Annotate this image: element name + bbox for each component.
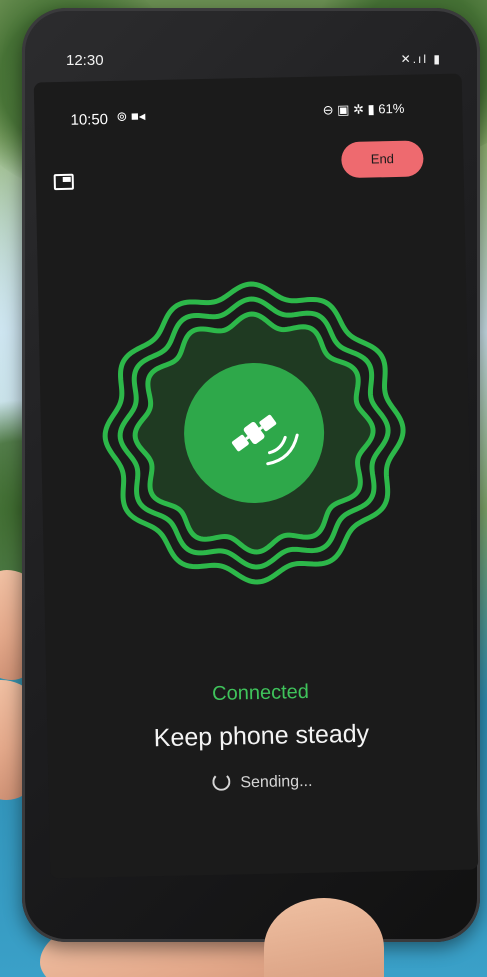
sending-status: Sending... xyxy=(48,767,476,796)
inner-status-left-icons: ⊚ ■◂ xyxy=(116,108,146,124)
outer-status-icons: ✕.ıl ▮ xyxy=(400,52,442,66)
inner-status-right: ⊖ ▣ ✲ ▮ 61% xyxy=(322,101,404,119)
inner-status-right-icons: ⊖ ▣ ✲ ▮ xyxy=(322,101,375,118)
satellite-connection-screen: 10:50 ⊚ ■◂ ⊖ ▣ ✲ ▮ 61% End Connected Kee… xyxy=(33,73,479,879)
connection-status: Connected xyxy=(211,680,310,705)
inner-status-time: 10:50 xyxy=(70,111,109,129)
battery-percentage: 61% xyxy=(378,100,405,117)
inner-status-bar: 10:50 ⊚ ■◂ ⊖ ▣ ✲ ▮ 61% xyxy=(34,74,463,143)
loading-spinner-icon xyxy=(212,772,231,791)
instruction-text: Keep phone steady xyxy=(153,719,370,753)
end-button[interactable]: End xyxy=(341,140,424,179)
sending-label: Sending... xyxy=(240,772,313,792)
photo-scene: 12:30 ✕.ıl ▮ 10:50 ⊚ ■◂ ⊖ ▣ ✲ ▮ 61% End xyxy=(0,0,487,977)
outer-status-bar: 12:30 ✕.ıl ▮ xyxy=(38,44,456,76)
satellite-signal-graphic xyxy=(102,281,406,585)
outer-status-time: 12:30 xyxy=(66,52,104,69)
picture-in-picture-icon[interactable] xyxy=(53,173,74,191)
